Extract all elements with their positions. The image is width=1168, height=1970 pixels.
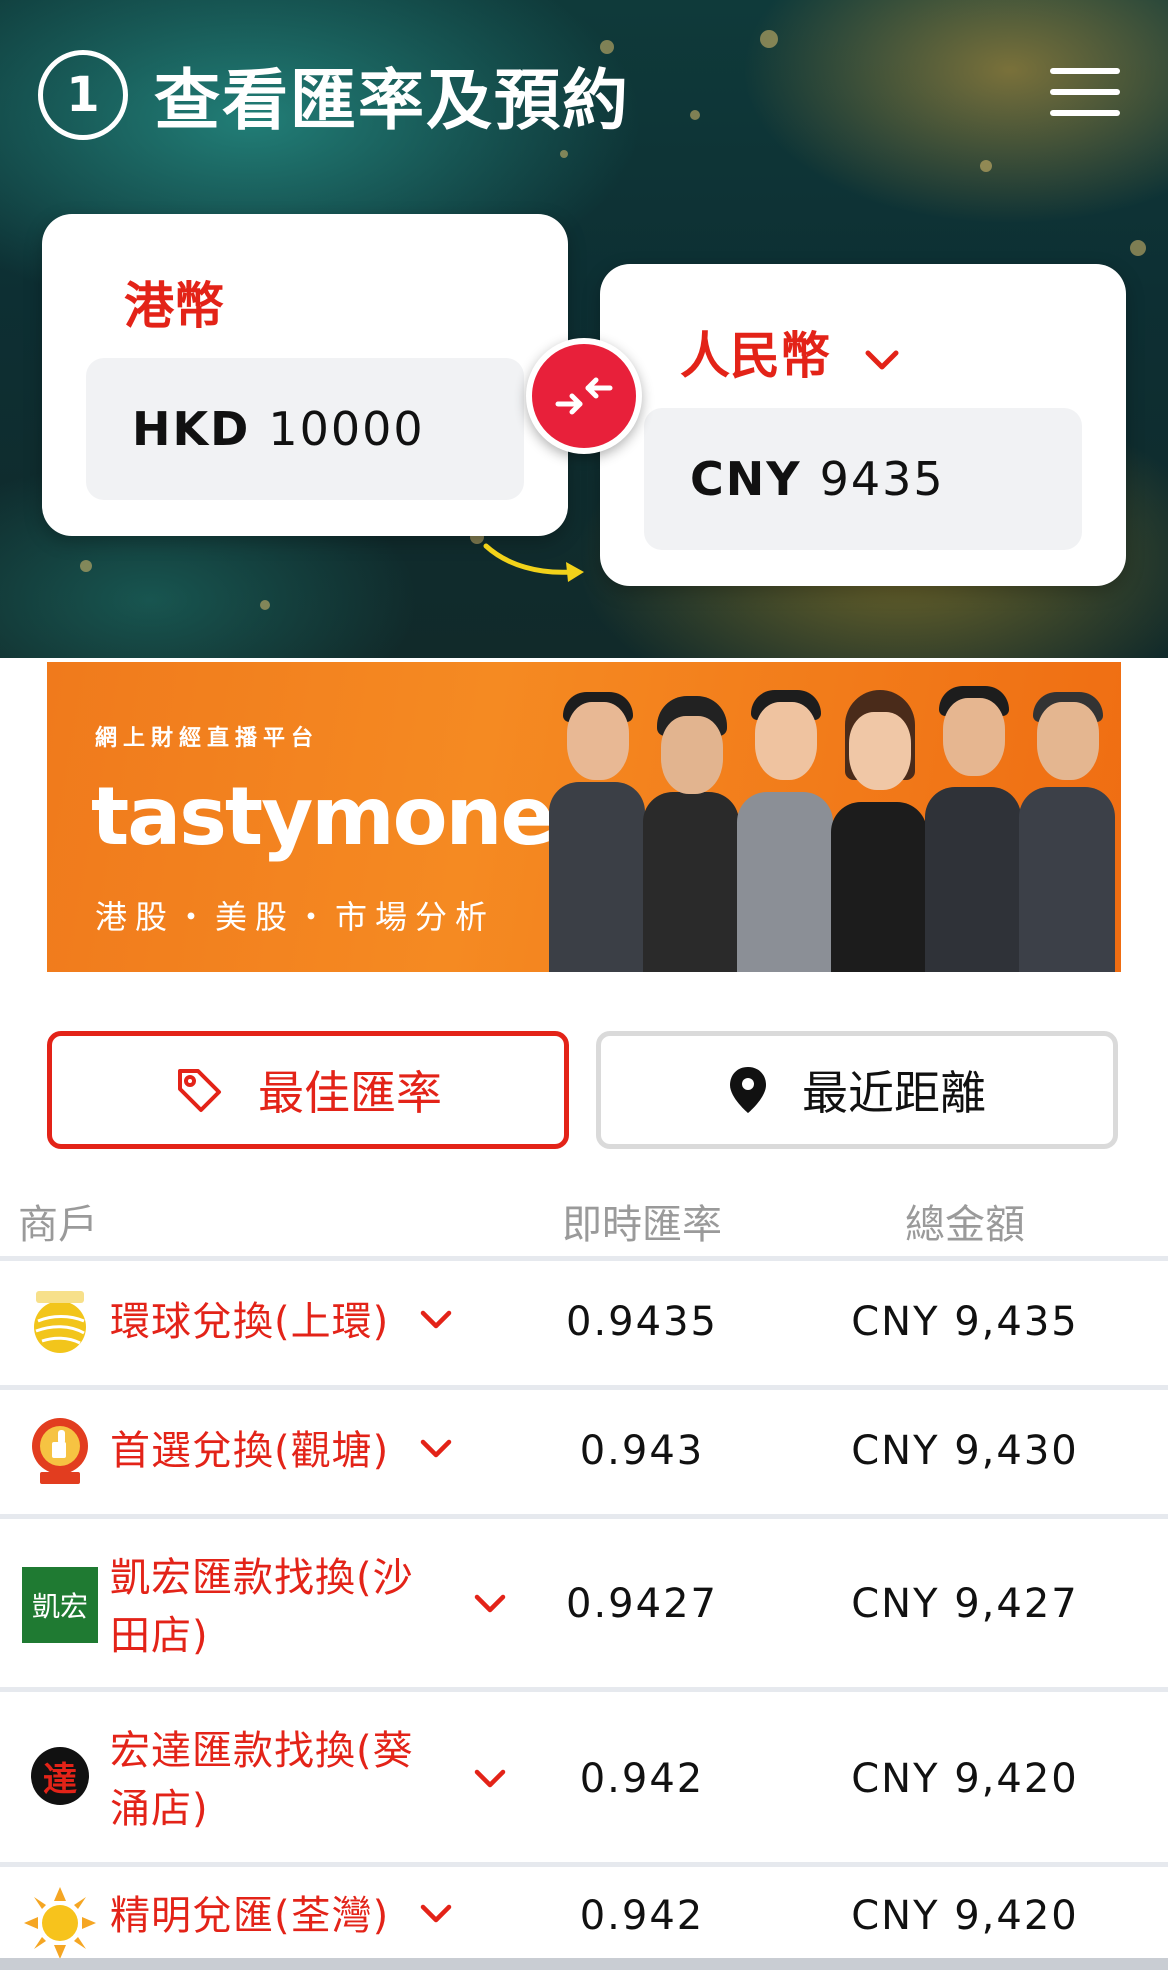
from-currency-code: HKD <box>132 402 251 456</box>
presenter-figure <box>831 672 927 972</box>
chevron-down-icon[interactable] <box>474 1593 506 1615</box>
to-currency-selector[interactable]: 人民幣 <box>680 316 899 388</box>
kai-wang-logo-icon: 凱宏 <box>22 1567 98 1643</box>
rate-value: 0.942 <box>579 1756 705 1802</box>
sort-nearest-button[interactable]: 最近距離 <box>596 1031 1118 1149</box>
to-currency-code: CNY <box>690 452 802 506</box>
table-header: 商戶 即時匯率 總金額 <box>0 1182 1168 1254</box>
rate-value: 0.943 <box>579 1428 705 1474</box>
bokeh-dot <box>80 560 92 572</box>
merchant-name: 宏達匯款找換(葵 涌店) <box>110 1722 414 1838</box>
to-amount-value: 9435 <box>819 452 945 506</box>
advertisement-banner[interactable]: 網上財經直播平台 tastymoney 港股・美股・市場分析 <box>47 662 1121 972</box>
swap-arrows-icon <box>555 377 613 415</box>
bokeh-dot <box>690 110 700 120</box>
column-header-total: 總金額 <box>905 1202 1025 1248</box>
bokeh-dot <box>760 30 778 48</box>
wang-tat-logo-mark: 達 <box>31 1747 89 1805</box>
bokeh-dot <box>560 150 568 158</box>
banner-subtitle: 網上財經直播平台 <box>95 726 320 751</box>
merchant-name-line: 凱宏匯款找換(沙 <box>110 1555 414 1601</box>
merchant-name-line: 田店) <box>110 1613 209 1659</box>
wang-tat-logo-icon: 達 <box>22 1738 98 1814</box>
merchant-name-line: 宏達匯款找換(葵 <box>110 1728 414 1774</box>
total-amount: CNY 9,427 <box>851 1581 1079 1627</box>
tag-icon <box>178 1069 221 1112</box>
step-number: 1 <box>38 50 128 140</box>
pointer-arrow-icon <box>483 543 584 582</box>
to-currency-card[interactable]: 人民幣 CNY 9435 <box>600 264 1126 586</box>
chevron-down-icon <box>865 350 899 369</box>
presenter-figure <box>643 672 739 972</box>
total-amount: CNY 9,420 <box>851 1756 1079 1802</box>
merchant-name: 首選兌換(觀塘) <box>110 1428 390 1474</box>
chevron-down-icon[interactable] <box>474 1768 506 1790</box>
merchant-name: 精明兌匯(荃灣) <box>110 1893 390 1939</box>
rate-value: 0.9427 <box>566 1581 718 1627</box>
location-pin-icon <box>730 1067 766 1113</box>
chevron-down-icon[interactable] <box>420 1438 452 1460</box>
banner-brand-logo: tastymoney <box>91 770 605 863</box>
table-row[interactable]: 凱宏 凱宏匯款找換(沙 田店) 0.9427 CNY 9,427 <box>0 1519 1168 1687</box>
to-amount-field: CNY 9435 <box>644 408 1082 550</box>
table-row[interactable]: 精明兌匯(荃灣) 0.942 CNY 9,420 <box>0 1867 1168 1959</box>
from-amount-value: 10000 <box>268 402 425 456</box>
rate-value: 0.9435 <box>566 1299 718 1345</box>
merchant-name: 凱宏匯款找換(沙 田店) <box>110 1549 414 1665</box>
total-amount: CNY 9,420 <box>851 1893 1079 1939</box>
presenter-figure <box>925 672 1021 972</box>
merchant-name-line: 涌店) <box>110 1786 209 1832</box>
banner-tagline: 港股・美股・市場分析 <box>95 898 496 936</box>
sun-logo-icon <box>24 1887 96 1959</box>
table-row[interactable]: 環球兌換(上環) 0.9435 CNY 9,435 <box>0 1261 1168 1385</box>
swap-currency-button[interactable] <box>526 338 642 454</box>
hero-header: 1 查看匯率及預約 港幣 HKD 10000 人民幣 CNY 9435 <box>0 0 1168 658</box>
rate-value: 0.942 <box>579 1893 705 1939</box>
table-row[interactable]: 首選兌換(觀塘) 0.943 CNY 9,430 <box>0 1390 1168 1514</box>
from-amount-field[interactable]: HKD 10000 <box>86 358 524 500</box>
chevron-down-icon[interactable] <box>420 1903 452 1925</box>
title-text: 查看匯率及預約 <box>154 62 630 139</box>
from-currency-label: 港幣 <box>124 277 224 335</box>
sort-best-rate-button[interactable]: 最佳匯率 <box>47 1031 569 1149</box>
hamburger-menu-icon[interactable] <box>1050 68 1120 116</box>
total-amount: CNY 9,430 <box>851 1428 1079 1474</box>
presenter-figure <box>549 672 645 972</box>
sort-nearest-label: 最近距離 <box>802 1066 986 1120</box>
to-currency-label: 人民幣 <box>680 327 830 385</box>
thumbs-up-badge-logo-icon <box>32 1418 88 1484</box>
globe-exchange-logo-icon <box>34 1291 86 1353</box>
from-currency-card[interactable]: 港幣 HKD 10000 <box>42 214 568 536</box>
bokeh-dot <box>1130 240 1146 256</box>
banner-presenters-photo <box>549 662 1121 972</box>
bokeh-dot <box>980 160 992 172</box>
chevron-down-icon[interactable] <box>420 1309 452 1331</box>
sort-best-rate-label: 最佳匯率 <box>258 1066 442 1120</box>
column-header-merchant: 商戶 <box>18 1202 98 1248</box>
bottom-edge-bar <box>0 1958 1168 1970</box>
bokeh-dot <box>260 600 270 610</box>
total-amount: CNY 9,435 <box>851 1299 1079 1345</box>
presenter-figure <box>1019 672 1115 972</box>
column-header-rate: 即時匯率 <box>562 1202 722 1248</box>
merchant-name: 環球兌換(上環) <box>110 1299 390 1345</box>
table-row[interactable]: 達 宏達匯款找換(葵 涌店) 0.942 CNY 9,420 <box>0 1692 1168 1862</box>
page-title: 1 查看匯率及預約 <box>38 50 630 140</box>
presenter-figure <box>737 672 833 972</box>
